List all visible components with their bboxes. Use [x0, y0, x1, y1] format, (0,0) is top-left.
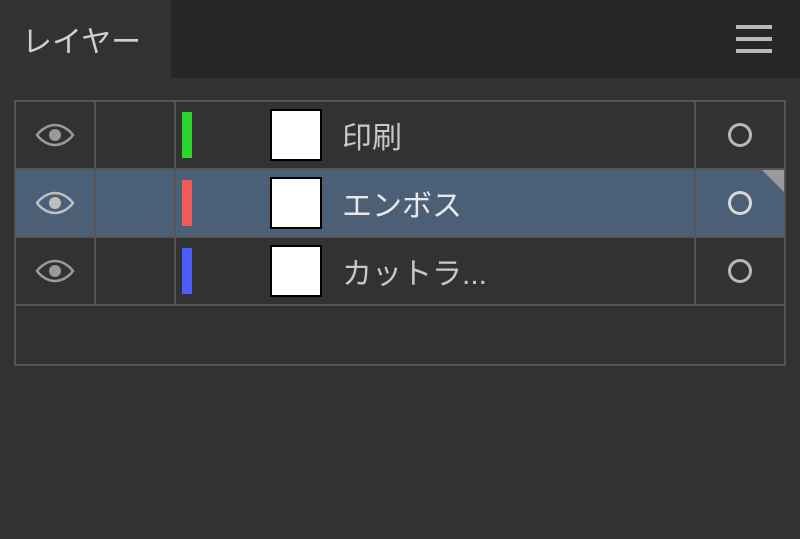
visibility-toggle[interactable] — [16, 238, 96, 304]
target-circle-icon — [728, 259, 752, 283]
layer-row[interactable]: 印刷 — [16, 102, 784, 170]
panel-header-rest — [171, 0, 800, 78]
layer-thumbnail[interactable] — [270, 109, 322, 161]
layer-color-column — [176, 102, 198, 168]
layer-name[interactable]: 印刷 — [342, 113, 402, 157]
layer-color-swatch — [182, 112, 192, 158]
layer-main[interactable]: 印刷 — [198, 102, 694, 168]
panel-title: レイヤー — [22, 17, 141, 61]
panel-tab[interactable]: レイヤー — [0, 0, 171, 78]
layer-thumbnail[interactable] — [270, 245, 322, 297]
panel-menu-icon[interactable] — [736, 25, 772, 53]
layers-empty-area[interactable] — [16, 306, 784, 366]
layer-name[interactable]: カットラ... — [342, 249, 487, 293]
layer-color-column — [176, 170, 198, 236]
layer-color-swatch — [182, 248, 192, 294]
lock-column[interactable] — [96, 238, 176, 304]
visibility-toggle[interactable] — [16, 102, 96, 168]
layers-panel: レイヤー — [0, 0, 800, 539]
panel-header: レイヤー — [0, 0, 800, 78]
layer-color-swatch — [182, 180, 192, 226]
layer-row[interactable]: エンボス — [16, 170, 784, 238]
target-circle-icon — [728, 191, 752, 215]
lock-column[interactable] — [96, 170, 176, 236]
lock-column[interactable] — [96, 102, 176, 168]
layers-list: 印刷 エンボス — [14, 100, 786, 366]
selection-target[interactable] — [694, 102, 784, 168]
layer-main[interactable]: エンボス — [198, 170, 694, 236]
layer-thumbnail[interactable] — [270, 177, 322, 229]
layer-main[interactable]: カットラ... — [198, 238, 694, 304]
selected-indicator-icon — [762, 170, 784, 192]
visibility-toggle[interactable] — [16, 170, 96, 236]
layer-row[interactable]: カットラ... — [16, 238, 784, 306]
layers-container: 印刷 エンボス — [0, 78, 800, 539]
layer-name[interactable]: エンボス — [342, 181, 462, 225]
selection-target[interactable] — [694, 238, 784, 304]
eye-icon — [35, 189, 75, 217]
eye-icon — [35, 121, 75, 149]
eye-icon — [35, 257, 75, 285]
target-circle-icon — [728, 123, 752, 147]
layer-color-column — [176, 238, 198, 304]
